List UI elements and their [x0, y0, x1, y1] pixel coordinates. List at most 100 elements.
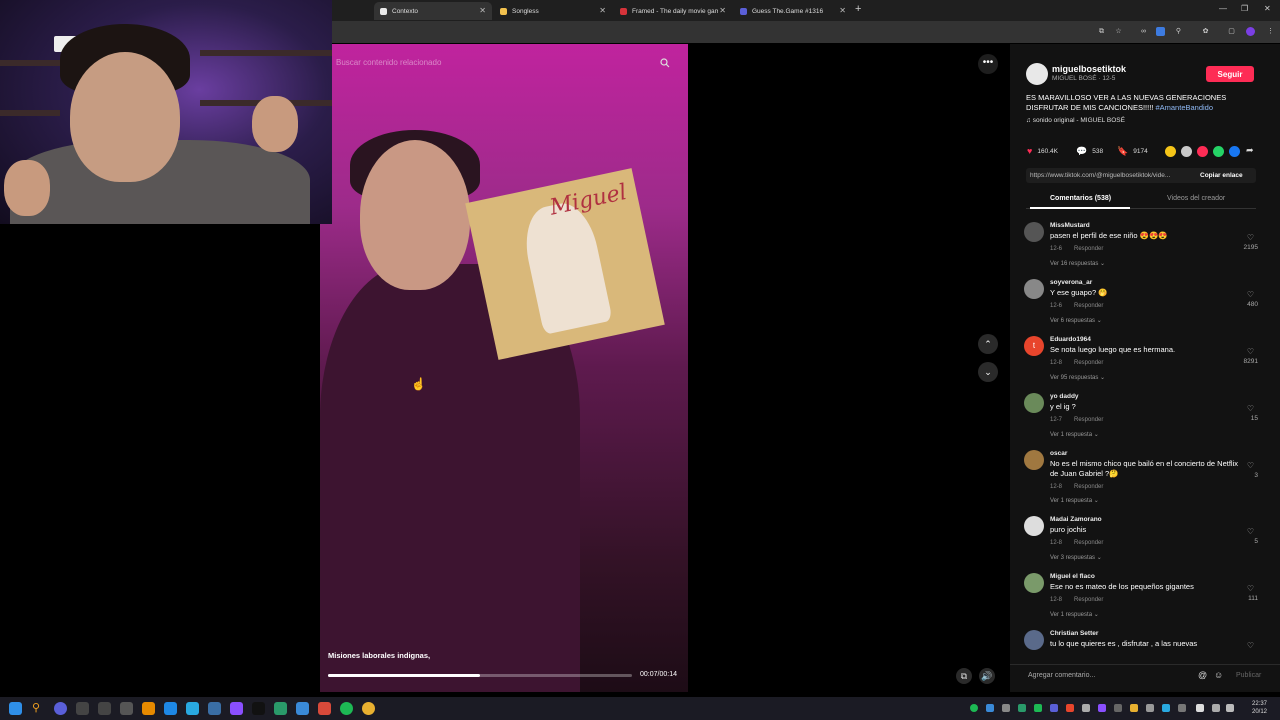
close-tab-icon[interactable]: ✕ [599, 6, 606, 15]
comment-like-heart-icon[interactable]: ♡ [1247, 584, 1254, 593]
comment-like-heart-icon[interactable]: ♡ [1247, 641, 1254, 650]
tray-icon[interactable] [1002, 704, 1010, 712]
commenter-name[interactable]: Madai Zamorano [1050, 516, 1102, 523]
reply-button[interactable]: Responder [1074, 417, 1103, 423]
chrome-icon[interactable] [362, 702, 375, 715]
windows-start-icon[interactable] [9, 702, 22, 715]
new-tab-icon[interactable]: + [855, 3, 861, 15]
comment-input[interactable]: Agregar comentario... [1028, 672, 1095, 679]
commenter-name[interactable]: Eduardo1964 [1050, 336, 1091, 343]
comment-like-heart-icon[interactable]: ♡ [1247, 404, 1254, 413]
commenter-name[interactable]: Miguel el flaco [1050, 573, 1095, 580]
tray-icon[interactable] [1114, 704, 1122, 712]
tray-icon[interactable] [986, 704, 994, 712]
tray-icon[interactable] [1178, 704, 1186, 712]
share-whatsapp-icon[interactable] [1213, 146, 1224, 157]
tray-icon[interactable] [1034, 704, 1042, 712]
next-video-chevron-down-icon[interactable]: ⌄ [978, 362, 998, 382]
install-app-icon[interactable]: ⧉ [1097, 27, 1106, 36]
extensions-puzzle-icon[interactable]: ⚲ [1174, 27, 1183, 36]
follow-button[interactable]: Seguir [1206, 66, 1254, 82]
telegram-icon[interactable] [186, 702, 199, 715]
tray-spotify-icon[interactable] [970, 704, 978, 712]
video-progress-bar[interactable] [328, 674, 632, 677]
commenter-avatar[interactable] [1024, 630, 1044, 650]
floating-player-icon[interactable]: ⧉ [956, 668, 972, 684]
close-window-icon[interactable]: ✕ [1264, 4, 1271, 13]
commenter-avatar[interactable] [1024, 573, 1044, 593]
commenter-avatar[interactable] [1024, 279, 1044, 299]
save-stat[interactable]: 🔖 9174 [1117, 146, 1148, 157]
view-replies-button[interactable]: Ver 16 respuestas ⌄ [1050, 260, 1105, 267]
commenter-avatar[interactable] [1024, 450, 1044, 470]
post-hashtag[interactable]: #AmanteBandido [1155, 103, 1213, 112]
commenter-name[interactable]: yo daddy [1050, 393, 1079, 400]
tray-icon[interactable] [1066, 704, 1074, 712]
taskbar-app-icon[interactable] [318, 702, 331, 715]
comment-like-heart-icon[interactable]: ♡ [1247, 290, 1254, 299]
taskbar-app-icon[interactable] [142, 702, 155, 715]
restore-icon[interactable]: ❐ [1241, 4, 1248, 13]
spotify-icon[interactable] [340, 702, 353, 715]
view-replies-button[interactable]: Ver 1 respuesta ⌄ [1050, 611, 1099, 618]
volume-icon[interactable]: 🔊 [979, 668, 995, 684]
author-username[interactable]: miguelbosetiktok [1052, 64, 1126, 74]
network-icon[interactable] [1212, 704, 1220, 712]
comment-stat[interactable]: 💬 538 [1076, 146, 1103, 157]
comment-like-heart-icon[interactable]: ♡ [1247, 347, 1254, 356]
copy-link-button[interactable]: Copiar enlace [1200, 172, 1243, 179]
tab-contexto[interactable]: Contexto ✕ [374, 2, 492, 20]
tab-framed[interactable]: Framed - The daily movie game ✕ [614, 2, 732, 20]
post-music[interactable]: ♫ sonido original - MIGUEL BOSÉ [1026, 117, 1125, 124]
taskbar-app-icon[interactable] [76, 702, 89, 715]
share-repost-icon[interactable] [1197, 146, 1208, 157]
tray-icon[interactable] [1146, 704, 1154, 712]
reply-button[interactable]: Responder [1074, 540, 1103, 546]
taskbar-app-icon[interactable] [120, 702, 133, 715]
comment-like-heart-icon[interactable]: ♡ [1247, 461, 1254, 470]
tab-creator-videos[interactable]: Videos del creador [1167, 195, 1225, 202]
reply-button[interactable]: Responder [1074, 303, 1103, 309]
reply-button[interactable]: Responder [1074, 484, 1103, 490]
tray-icon[interactable] [1162, 704, 1170, 712]
minimize-icon[interactable]: — [1219, 4, 1227, 13]
close-tab-icon[interactable]: ✕ [479, 6, 486, 15]
publish-button[interactable]: Publicar [1236, 672, 1261, 679]
tab-comments[interactable]: Comentarios (538) [1050, 195, 1111, 202]
reply-button[interactable]: Responder [1074, 246, 1103, 252]
extension-icon[interactable]: ∞ [1139, 27, 1148, 36]
commenter-avatar[interactable] [1024, 222, 1044, 242]
taskbar-app-icon[interactable] [54, 702, 67, 715]
search-icon[interactable]: ⚲ [32, 702, 45, 715]
tray-icon[interactable] [1196, 704, 1204, 712]
share-arrow-icon[interactable]: ➦ [1246, 145, 1254, 156]
reply-button[interactable]: Responder [1074, 360, 1103, 366]
commenter-name[interactable]: soyverona_ar [1050, 279, 1092, 286]
taskbar-app-icon[interactable] [98, 702, 111, 715]
tray-icon[interactable] [1082, 704, 1090, 712]
mention-icon[interactable]: @ [1198, 670, 1207, 680]
emoji-icon[interactable]: ☺ [1214, 670, 1223, 680]
extension-icon[interactable] [1156, 27, 1165, 36]
taskbar-app-icon[interactable] [274, 702, 287, 715]
tray-icon[interactable] [1130, 704, 1138, 712]
share-embed-icon[interactable] [1165, 146, 1176, 157]
reply-button[interactable]: Responder [1074, 597, 1103, 603]
view-replies-button[interactable]: Ver 3 respuestas ⌄ [1050, 554, 1102, 561]
share-friends-icon[interactable] [1181, 146, 1192, 157]
tray-icon[interactable] [1098, 704, 1106, 712]
commenter-avatar[interactable] [1024, 516, 1044, 536]
comment-like-heart-icon[interactable]: ♡ [1247, 527, 1254, 536]
search-icon[interactable] [660, 58, 670, 68]
view-replies-button[interactable]: Ver 1 respuesta ⌄ [1050, 431, 1099, 438]
commenter-name[interactable]: MissMustard [1050, 222, 1090, 229]
more-options-icon[interactable]: ••• [978, 54, 998, 74]
bookmark-star-icon[interactable]: ☆ [1114, 27, 1123, 36]
tiktok-icon[interactable] [252, 702, 265, 715]
commenter-avatar[interactable]: t [1024, 336, 1044, 356]
taskbar-clock[interactable]: 22:37 20/12 [1252, 700, 1267, 716]
volume-tray-icon[interactable] [1226, 704, 1234, 712]
video-player[interactable]: Miguel [320, 44, 688, 692]
profile-avatar-icon[interactable] [1246, 27, 1255, 36]
previous-video-chevron-up-icon[interactable]: ⌃ [978, 334, 998, 354]
